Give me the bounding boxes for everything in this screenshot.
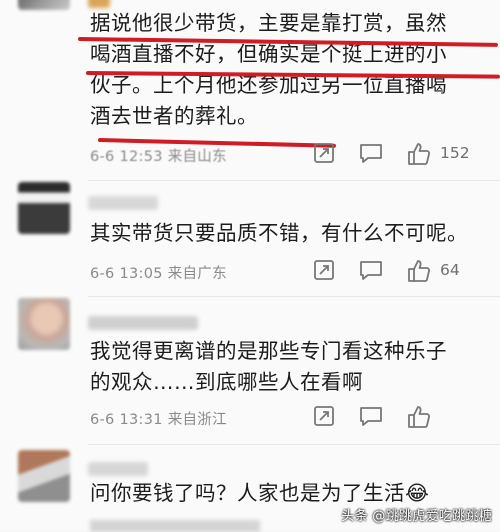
comment-icon bbox=[360, 407, 382, 426]
comment-line: 其实带货只要品质不错，有什么不可呢。 bbox=[90, 221, 468, 245]
comment-line: 我觉得更离谱的是那些专门看这种乐子 bbox=[90, 339, 447, 363]
share-button[interactable] bbox=[312, 258, 338, 284]
comment-meta-blurred bbox=[90, 520, 260, 532]
comment-text: 据说他很少带货，主要是靠打赏，虽然 喝酒直播不好，但确实是个挺上进的小 伙子。上… bbox=[90, 8, 482, 132]
avatar[interactable] bbox=[18, 298, 70, 350]
comment-meta: 6-6 13:05 来自广东 bbox=[90, 266, 227, 282]
comment-button[interactable] bbox=[358, 404, 384, 430]
comment-actions: 152 bbox=[312, 141, 482, 167]
share-icon bbox=[314, 406, 334, 426]
comment-feed: 据说他很少带货，主要是靠打赏，虽然 喝酒直播不好，但确实是个挺上进的小 伙子。上… bbox=[0, 0, 500, 532]
divider bbox=[88, 180, 500, 181]
comment-actions: 64 bbox=[312, 258, 482, 284]
comment-icon bbox=[360, 261, 382, 280]
avatar[interactable] bbox=[18, 182, 70, 234]
divider bbox=[88, 296, 500, 297]
divider bbox=[88, 444, 500, 445]
comment-line: 据说他很少带货，主要是靠打赏，虽然 bbox=[90, 11, 447, 35]
like-button[interactable] bbox=[406, 404, 482, 430]
thumbs-up-icon bbox=[408, 406, 431, 428]
comment-meta: 6-6 12:53 来自山东 bbox=[90, 149, 227, 165]
comment-actions bbox=[312, 404, 482, 430]
username-blurred[interactable] bbox=[88, 316, 198, 330]
thumbs-up-icon bbox=[408, 143, 431, 165]
comment-button[interactable] bbox=[358, 141, 384, 167]
comment-text: 其实带货只要品质不错，有什么不可呢。 bbox=[90, 218, 482, 249]
avatar[interactable] bbox=[18, 450, 70, 502]
share-button[interactable] bbox=[312, 404, 338, 430]
comment-icon bbox=[360, 144, 382, 163]
username-blurred[interactable] bbox=[88, 196, 158, 210]
username-blurred[interactable] bbox=[88, 462, 148, 476]
like-count: 64 bbox=[440, 261, 460, 279]
comment-text: 我觉得更离谱的是那些专门看这种乐子 的观众……到底哪些人在看啊 bbox=[90, 336, 482, 398]
comment-line: 的观众……到底哪些人在看啊 bbox=[90, 370, 363, 394]
share-button[interactable] bbox=[312, 141, 338, 167]
comment-button[interactable] bbox=[358, 258, 384, 284]
comment-meta: 6-6 13:31 来自浙江 bbox=[90, 412, 227, 428]
avatar[interactable] bbox=[18, 0, 70, 10]
share-icon bbox=[314, 143, 334, 163]
like-count: 152 bbox=[440, 144, 470, 162]
watermark: 头条 @跳跳虎爱吃跳跳糖 bbox=[341, 509, 492, 524]
share-icon bbox=[314, 260, 334, 280]
like-button[interactable]: 152 bbox=[406, 141, 482, 167]
username-blurred[interactable] bbox=[88, 0, 110, 8]
comment-line: 酒去世者的葬礼。 bbox=[90, 104, 258, 128]
like-button[interactable]: 64 bbox=[406, 258, 482, 284]
thumbs-up-icon bbox=[408, 260, 431, 282]
